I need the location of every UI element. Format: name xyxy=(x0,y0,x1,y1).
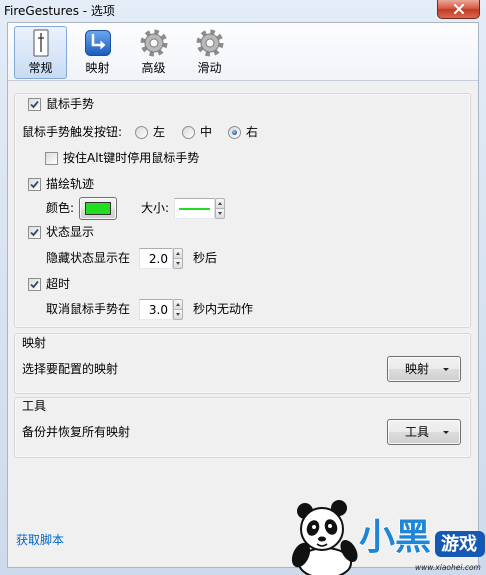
radio-middle[interactable]: 中 xyxy=(182,124,212,140)
disable-with-alt-checkbox-box[interactable] xyxy=(45,151,58,165)
cancel-gesture-suffix: 秒内无动作 xyxy=(193,302,254,316)
hide-status-suffix: 秒后 xyxy=(193,251,218,265)
radio-left-label: 左 xyxy=(153,125,166,139)
cancel-gesture-prefix: 取消鼠标手势在 xyxy=(46,302,131,316)
status-display-checkbox[interactable]: 状态显示 xyxy=(28,224,94,240)
trail-size-spinner xyxy=(215,198,225,219)
mapping-description: 选择要配置的映射 xyxy=(22,362,119,376)
timeout-checkbox[interactable]: 超时 xyxy=(28,276,70,292)
cancel-gesture-spinner xyxy=(173,299,183,320)
radio-right-circle[interactable] xyxy=(228,125,241,139)
watermark-brand: 小黑 xyxy=(359,517,431,558)
trail-size-label: 大小: xyxy=(141,201,170,215)
mouse-gestures-checkbox-box[interactable] xyxy=(28,97,41,111)
mapping-button-label: 映射 xyxy=(405,362,430,376)
watermark-badge-text: 游戏 xyxy=(441,533,477,555)
watermark-url: www.xiaohei.com xyxy=(415,563,481,572)
hide-status-spinner xyxy=(173,248,183,269)
tools-description: 备份并恢复所有映射 xyxy=(22,425,131,439)
mouse-gestures-checkbox[interactable]: 鼠标手势 xyxy=(28,96,94,112)
trigger-button-label: 鼠标手势触发按钮: xyxy=(22,125,123,139)
tab-advanced[interactable]: 高级 xyxy=(127,26,180,79)
tab-mapping-label: 映射 xyxy=(85,61,110,75)
tab-swipe-label: 滑动 xyxy=(197,61,222,75)
watermark: 小黑 游戏 www.xiaohei.com xyxy=(291,500,485,575)
trail-size-preview xyxy=(179,208,210,210)
trail-size-field[interactable] xyxy=(174,198,215,219)
window-title: FireGestures - 选项 xyxy=(4,4,115,18)
hide-status-seconds-input[interactable] xyxy=(139,248,173,269)
disable-with-alt-checkbox[interactable]: 按住Alt键时停用鼠标手势 xyxy=(45,150,199,166)
tools-caption: 工具 xyxy=(22,399,47,413)
trail-color-swatch xyxy=(85,202,111,215)
tab-mapping[interactable]: 映射 xyxy=(71,26,124,79)
radio-middle-circle[interactable] xyxy=(182,125,195,139)
radio-right[interactable]: 右 xyxy=(228,124,258,140)
trail-checkbox[interactable]: 描绘轨迹 xyxy=(28,176,94,192)
tab-general[interactable]: 常规 xyxy=(14,26,67,79)
tab-swipe[interactable]: 滑动 xyxy=(183,26,236,79)
mapping-arrow-icon xyxy=(85,30,111,56)
trail-checkbox-box[interactable] xyxy=(28,177,41,191)
panda-logo-icon xyxy=(291,500,358,575)
radio-left[interactable]: 左 xyxy=(135,124,165,140)
trail-color-label: 颜色: xyxy=(46,201,75,215)
tools-button[interactable]: 工具 xyxy=(387,419,461,445)
status-display-label: 状态显示 xyxy=(46,225,95,239)
tab-advanced-label: 高级 xyxy=(141,61,166,75)
gear-icon xyxy=(196,29,224,57)
timeout-checkbox-box[interactable] xyxy=(28,277,41,291)
gear-icon xyxy=(140,29,168,57)
mouse-gestures-label: 鼠标手势 xyxy=(46,97,95,111)
hide-status-prefix: 隐藏状态显示在 xyxy=(46,251,131,265)
close-icon xyxy=(454,4,464,14)
radio-left-circle[interactable] xyxy=(135,125,148,139)
radio-middle-label: 中 xyxy=(200,125,213,139)
spin-down-icon[interactable] xyxy=(173,309,183,320)
radio-right-label: 右 xyxy=(246,125,259,139)
disable-with-alt-label: 按住Alt键时停用鼠标手势 xyxy=(63,151,200,165)
tools-button-label: 工具 xyxy=(405,425,430,439)
mapping-button[interactable]: 映射 xyxy=(387,356,461,382)
get-scripts-link[interactable]: 获取脚本 xyxy=(16,532,64,548)
trail-color-button[interactable] xyxy=(79,197,117,220)
dropdown-arrow-icon xyxy=(443,431,449,434)
trail-label: 描绘轨迹 xyxy=(46,177,95,191)
mouse-settings-icon xyxy=(33,29,49,57)
timeout-label: 超时 xyxy=(46,277,71,291)
tab-general-label: 常规 xyxy=(28,61,53,75)
status-display-checkbox-box[interactable] xyxy=(28,225,41,239)
cancel-gesture-seconds-input[interactable] xyxy=(139,299,173,320)
dropdown-arrow-icon xyxy=(443,368,449,371)
mapping-caption: 映射 xyxy=(22,336,47,350)
spin-down-icon[interactable] xyxy=(215,208,225,219)
spin-down-icon[interactable] xyxy=(173,258,183,269)
close-button[interactable] xyxy=(437,0,480,19)
